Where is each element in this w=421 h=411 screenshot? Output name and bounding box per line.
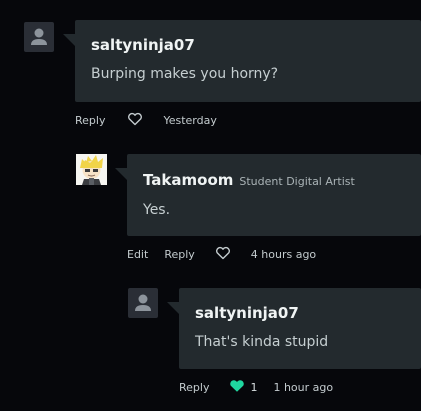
comment-timestamp: 4 hours ago bbox=[250, 248, 317, 261]
avatar[interactable] bbox=[24, 22, 54, 52]
heart-icon[interactable] bbox=[215, 246, 231, 263]
reply-button[interactable]: Reply bbox=[164, 248, 194, 261]
comment-bubble: saltyninja07 That's kinda stupid bbox=[167, 288, 421, 369]
user-title: Student Digital Artist bbox=[239, 175, 355, 188]
comment-message: That's kinda stupid bbox=[195, 334, 329, 350]
comment-username[interactable]: saltyninja07 bbox=[91, 36, 195, 54]
comment-username[interactable]: Takamoom Student Digital Artist bbox=[143, 171, 355, 189]
comment-message: Yes. bbox=[143, 202, 171, 218]
avatar[interactable] bbox=[76, 154, 107, 185]
comment-actions: Reply Yesterday bbox=[75, 112, 217, 129]
edit-button[interactable]: Edit bbox=[127, 248, 148, 261]
comment-actions: Edit Reply 4 hours ago bbox=[127, 246, 316, 263]
comment-actions: Reply 1 1 hour ago bbox=[179, 379, 333, 396]
comment-timestamp: Yesterday bbox=[163, 114, 217, 127]
comment-username[interactable]: saltyninja07 bbox=[195, 304, 299, 322]
comment-timestamp: 1 hour ago bbox=[273, 381, 334, 394]
anime-character-avatar bbox=[76, 154, 107, 185]
reply-button[interactable]: Reply bbox=[179, 381, 209, 394]
default-user-icon bbox=[31, 28, 47, 45]
comment-bubble: saltyninja07 Burping makes you horny? bbox=[63, 20, 421, 102]
comment-message: Burping makes you horny? bbox=[91, 66, 279, 82]
like-count: 1 bbox=[250, 381, 258, 394]
comment-bubble: Takamoom Student Digital Artist Yes. bbox=[115, 154, 421, 236]
reply-button[interactable]: Reply bbox=[75, 114, 105, 127]
heart-icon[interactable] bbox=[127, 112, 143, 129]
avatar[interactable] bbox=[128, 288, 158, 318]
heart-filled-icon[interactable] bbox=[229, 379, 245, 396]
default-user-icon bbox=[135, 294, 151, 311]
